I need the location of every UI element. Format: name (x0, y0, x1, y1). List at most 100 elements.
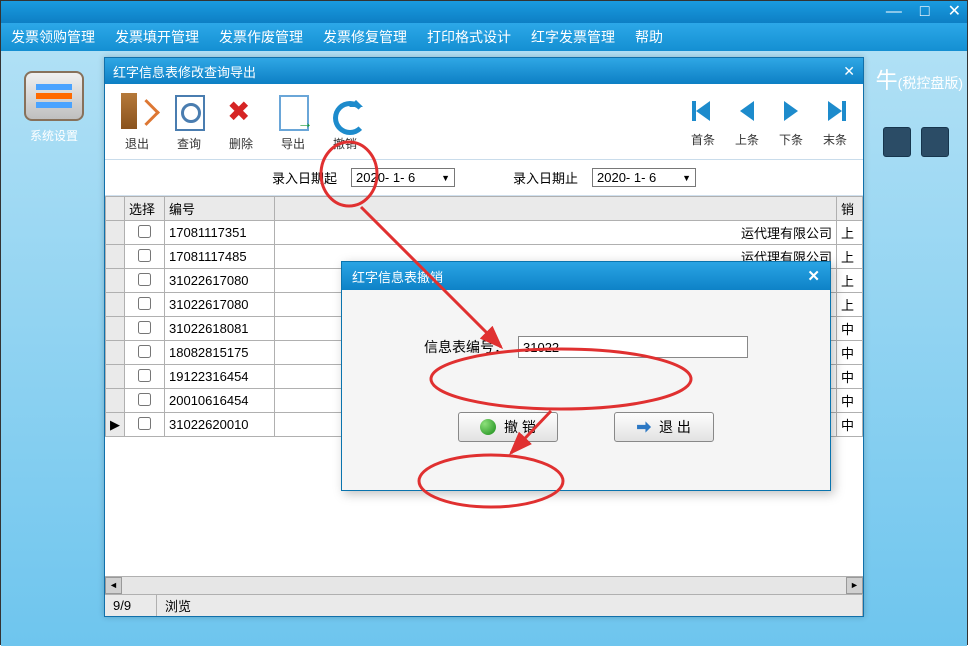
first-icon (696, 101, 710, 121)
row-checkbox[interactable] (138, 369, 151, 382)
revoke-button[interactable]: 撤销 (319, 91, 371, 152)
row-header (106, 341, 125, 365)
row-header (106, 293, 125, 317)
cell-r: 中 (837, 365, 863, 389)
cell-code: 31022620010 (165, 413, 275, 437)
maximize-button[interactable]: □ (920, 4, 930, 20)
inner-title-text: 红字信息表修改查询导出 (113, 62, 256, 81)
menu-item[interactable]: 帮助 (635, 27, 663, 47)
cell-select[interactable] (125, 341, 165, 365)
row-checkbox[interactable] (138, 321, 151, 334)
minimize-button[interactable]: — (886, 4, 902, 20)
revoke-dialog: 红字信息表撤销 ✕ 信息表编号： 撤 销 退 出 (341, 261, 831, 491)
cell-r: 中 (837, 341, 863, 365)
menu-item[interactable]: 发票领购管理 (11, 27, 95, 47)
prev-button[interactable]: 上条 (725, 95, 769, 148)
close-button[interactable]: ✕ (948, 4, 961, 20)
scroll-right-button[interactable]: ► (846, 577, 863, 594)
date-to-dropdown[interactable]: 2020- 1- 6▼ (592, 168, 696, 187)
cell-select[interactable] (125, 389, 165, 413)
row-checkbox[interactable] (138, 393, 151, 406)
cell-code: 31022617080 (165, 293, 275, 317)
exit-button[interactable]: 退出 (111, 91, 163, 152)
status-position: 9/9 (105, 595, 157, 616)
cell-select[interactable] (125, 221, 165, 245)
next-button[interactable]: 下条 (769, 95, 813, 148)
row-checkbox[interactable] (138, 225, 151, 238)
menu-item[interactable]: 打印格式设计 (427, 27, 511, 47)
table-row[interactable]: 17081117351运代理有限公司上 (106, 221, 863, 245)
row-checkbox[interactable] (138, 249, 151, 262)
row-header (106, 245, 125, 269)
cell-code: 18082815175 (165, 341, 275, 365)
cell-select[interactable] (125, 413, 165, 437)
main-menu: 发票领购管理 发票填开管理 发票作废管理 发票修复管理 打印格式设计 红字发票管… (1, 23, 967, 51)
col-select: 选择 (125, 197, 165, 221)
prev-icon (740, 101, 754, 121)
delete-button[interactable]: 删除 (215, 91, 267, 152)
cell-select[interactable] (125, 245, 165, 269)
status-bar: 9/9 浏览 (105, 594, 863, 616)
cell-select[interactable] (125, 293, 165, 317)
last-icon (828, 101, 842, 121)
edition-label: 牛(税控盘版) (876, 63, 963, 95)
row-checkbox[interactable] (138, 273, 151, 286)
cell-company: 运代理有限公司 (275, 221, 837, 245)
row-checkbox[interactable] (138, 297, 151, 310)
inner-close-button[interactable]: ✕ (843, 63, 855, 80)
cell-r: 上 (837, 293, 863, 317)
export-button[interactable]: 导出 (267, 91, 319, 152)
row-checkbox[interactable] (138, 417, 151, 430)
menu-item[interactable]: 发票修复管理 (323, 27, 407, 47)
cell-select[interactable] (125, 269, 165, 293)
cell-r: 中 (837, 389, 863, 413)
scroll-left-button[interactable]: ◄ (105, 577, 122, 594)
row-header (106, 221, 125, 245)
row-header (106, 269, 125, 293)
cell-select[interactable] (125, 317, 165, 341)
tool-icon[interactable] (921, 127, 949, 157)
delete-icon (223, 91, 259, 131)
row-checkbox[interactable] (138, 345, 151, 358)
cell-code: 31022618081 (165, 317, 275, 341)
col-company (275, 197, 837, 221)
toolbar: 退出 查询 删除 导出 撤销 首条 上条 下条 末条 (105, 84, 863, 160)
globe-icon (480, 419, 496, 435)
cell-r: 上 (837, 245, 863, 269)
row-header (106, 317, 125, 341)
menu-item[interactable]: 红字发票管理 (531, 27, 615, 47)
settings-icon[interactable] (24, 71, 84, 121)
dialog-close-button[interactable]: ✕ (807, 267, 820, 285)
cell-code: 31022617080 (165, 269, 275, 293)
exit-arrow-icon (637, 420, 651, 434)
col-code: 编号 (165, 197, 275, 221)
outer-titlebar: — □ ✕ (1, 1, 967, 23)
h-scrollbar[interactable]: ◄ ► (105, 576, 863, 594)
dialog-exit-button[interactable]: 退 出 (614, 412, 714, 442)
last-button[interactable]: 末条 (813, 95, 857, 148)
col-rowhdr (106, 197, 125, 221)
export-icon (275, 91, 311, 131)
date-from-dropdown[interactable]: 2020- 1- 6▼ (351, 168, 455, 187)
col-sell: 销 (837, 197, 863, 221)
undo-icon (327, 91, 363, 131)
cell-code: 19122316454 (165, 365, 275, 389)
confirm-revoke-button[interactable]: 撤 销 (458, 412, 558, 442)
cell-r: 中 (837, 317, 863, 341)
cell-r: 上 (837, 221, 863, 245)
search-button[interactable]: 查询 (163, 91, 215, 152)
chevron-down-icon: ▼ (441, 173, 450, 183)
code-input[interactable] (518, 336, 748, 358)
menu-item[interactable]: 发票填开管理 (115, 27, 199, 47)
filter-row: 录入日期起 2020- 1- 6▼ 录入日期止 2020- 1- 6▼ (105, 160, 863, 196)
date-to-label: 录入日期止 (513, 168, 578, 187)
right-tool-icons (883, 127, 949, 157)
chevron-down-icon: ▼ (682, 173, 691, 183)
menu-item[interactable]: 发票作废管理 (219, 27, 303, 47)
tool-icon[interactable] (883, 127, 911, 157)
cell-select[interactable] (125, 365, 165, 389)
first-button[interactable]: 首条 (681, 95, 725, 148)
row-header (106, 389, 125, 413)
exit-icon (119, 91, 155, 131)
cell-r: 中 (837, 413, 863, 437)
